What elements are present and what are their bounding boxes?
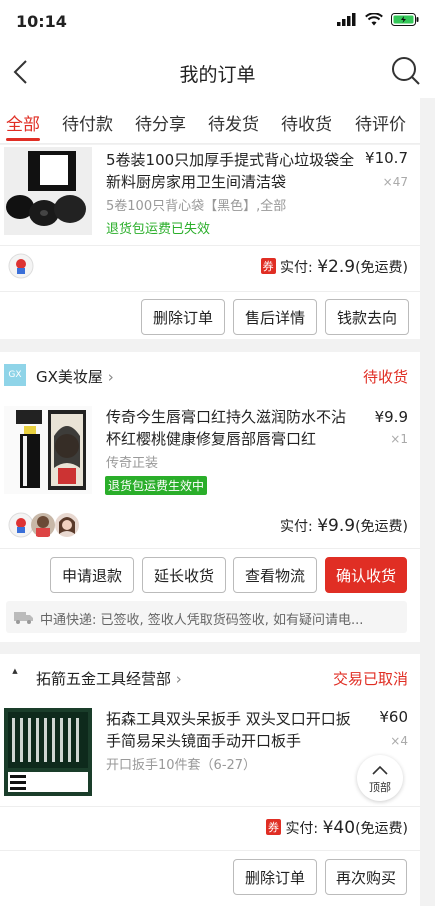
paid-value: ¥9.9	[317, 516, 356, 536]
divider	[0, 850, 420, 851]
product-price: ¥9.9	[374, 408, 408, 426]
chevron-right-icon: ›	[175, 670, 182, 688]
paid-amount: 券 实付: ¥2.9(免运费)	[260, 257, 408, 277]
return-shipping-tag: 退货包运费生效中	[105, 476, 208, 495]
page-title: 我的订单	[179, 64, 256, 86]
order-tabs: 全部 待付款 待分享 待发货 待收货 待评价	[0, 98, 435, 144]
tab-pending-review[interactable]: 待评价	[355, 110, 406, 135]
paid-label: 实付:	[280, 260, 313, 276]
delete-order-button[interactable]: 删除订单	[233, 859, 317, 895]
nav-bar: 我的订单	[0, 46, 435, 98]
divider	[0, 548, 420, 549]
shop-name[interactable]: 拓箭五金工具经营部 ›	[36, 668, 182, 689]
after-sale-details-button[interactable]: 售后详情	[233, 299, 317, 335]
truck-icon	[14, 612, 33, 624]
avatar	[8, 253, 34, 279]
return-shipping-tag: 退货包运费已失效	[106, 222, 211, 237]
product-title[interactable]: 拓森工具双头呆扳手 双头叉口开口扳手简易呆头镜面手动开口板手	[106, 708, 356, 752]
status-icons	[337, 13, 419, 26]
product-image[interactable]	[4, 147, 92, 235]
tab-pending-share[interactable]: 待分享	[135, 110, 186, 135]
shipping-note: (免运费)	[355, 519, 408, 535]
divider	[0, 806, 420, 807]
extend-receipt-button[interactable]: 延长收货	[142, 557, 226, 593]
chevron-up-icon	[372, 765, 388, 775]
product-title[interactable]: 传奇今生唇膏口红持久滋润防水不沾杯红樱桃健康修复唇部唇膏口红	[106, 406, 356, 450]
shop-logo: ▲	[12, 667, 18, 675]
wifi-icon	[365, 13, 383, 26]
delete-order-button[interactable]: 删除订单	[141, 299, 225, 335]
product-quantity: ×47	[382, 175, 408, 189]
status-time: 10:14	[16, 12, 67, 31]
tab-all[interactable]: 全部	[6, 110, 40, 135]
status-bar: 10:14	[0, 0, 435, 46]
confirm-receipt-button[interactable]: 确认收货	[325, 557, 407, 593]
tab-pending-receipt[interactable]: 待收货	[281, 110, 332, 135]
order-card: GX GX美妆屋 › 待收货 传奇今生唇膏口红持久滋润防水不沾杯红樱桃健康修复唇…	[0, 352, 420, 642]
shipping-status-text: 中通快递: 已签收, 签收人凭取货码签收, 如有疑问请电...	[40, 613, 364, 628]
order-status: 交易已取消	[332, 670, 408, 688]
scroll-gutter	[420, 98, 435, 906]
product-sku: 5卷100只背心袋【黑色】,全部	[106, 199, 287, 214]
paid-value: ¥40	[322, 818, 356, 838]
order-status: 待收货	[362, 368, 408, 386]
paid-value: ¥2.9	[317, 257, 356, 277]
buy-again-button[interactable]: 再次购买	[325, 859, 407, 895]
product-sku: 传奇正装	[106, 456, 159, 471]
paid-amount: 实付: ¥9.9(免运费)	[280, 516, 408, 536]
divider	[0, 245, 420, 246]
avatar	[31, 513, 55, 537]
shop-name[interactable]: GX美妆屋 ›	[36, 366, 114, 387]
request-refund-button[interactable]: 申请退款	[50, 557, 134, 593]
battery-icon	[391, 13, 419, 26]
paid-amount: 券 实付: ¥40(免运费)	[265, 818, 408, 838]
product-quantity: ×1	[390, 432, 408, 446]
shop-name-text: 拓箭五金工具经营部	[36, 670, 172, 688]
search-icon[interactable]	[391, 56, 421, 86]
product-image[interactable]	[4, 708, 92, 796]
divider	[0, 291, 420, 292]
chevron-right-icon: ›	[107, 368, 114, 386]
tab-pending-shipment[interactable]: 待发货	[208, 110, 259, 135]
view-logistics-button[interactable]: 查看物流	[233, 557, 317, 593]
coupon-icon: 券	[265, 819, 281, 835]
order-card: 5卷装100只加厚手提式背心垃圾袋全新料厨房家用卫生间清洁袋 ¥10.7 ×47…	[0, 145, 420, 339]
back-to-top-button[interactable]: 顶部	[357, 755, 403, 801]
product-price: ¥10.7	[365, 149, 408, 167]
shipping-info[interactable]: 中通快递: 已签收, 签收人凭取货码签收, 如有疑问请电...	[6, 601, 407, 633]
paid-label: 实付:	[285, 821, 319, 837]
shipping-note: (免运费)	[355, 260, 408, 276]
back-to-top-label: 顶部	[369, 781, 391, 794]
signal-icon	[337, 13, 356, 26]
avatar	[55, 513, 79, 537]
paid-label: 实付:	[280, 519, 313, 535]
product-title[interactable]: 5卷装100只加厚手提式背心垃圾袋全新料厨房家用卫生间清洁袋	[106, 149, 356, 193]
product-image[interactable]	[4, 406, 92, 494]
shipping-note: (免运费)	[355, 821, 408, 837]
product-quantity: ×4	[390, 734, 408, 748]
product-sku: 开口扳手10件套（6-27）	[106, 758, 257, 773]
product-price: ¥60	[379, 708, 408, 726]
tab-pending-payment[interactable]: 待付款	[62, 110, 113, 135]
active-tab-indicator	[6, 138, 40, 141]
refund-destination-button[interactable]: 钱款去向	[325, 299, 409, 335]
shop-name-text: GX美妆屋	[36, 368, 103, 386]
shop-logo: GX	[4, 364, 26, 386]
coupon-icon: 券	[260, 258, 276, 274]
